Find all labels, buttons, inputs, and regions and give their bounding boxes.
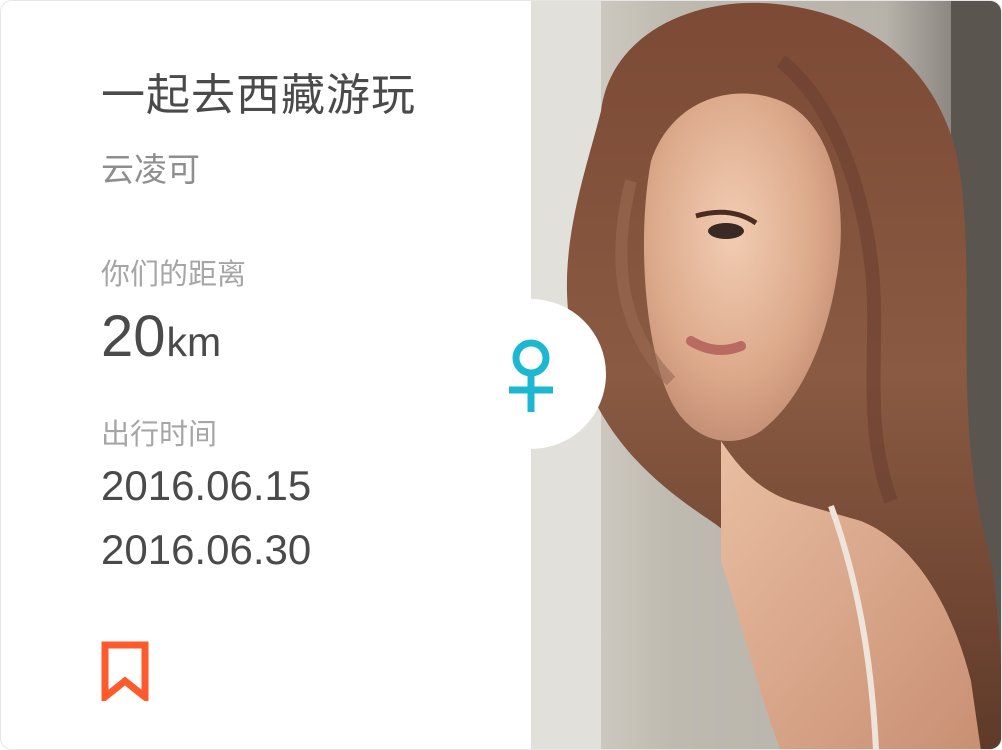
distance-value: 20km [101, 303, 221, 370]
author-name: 云凌可 [101, 150, 200, 189]
trip-info-panel: 一起去西藏游玩 云凌可 你们的距离 20km 出行时间 2016.06.15 2… [1, 1, 531, 749]
trip-title: 一起去西藏游玩 [101, 70, 416, 121]
distance-unit: km [166, 319, 222, 365]
distance-label: 你们的距离 [101, 257, 247, 291]
distance-number: 20 [101, 304, 166, 369]
trip-card[interactable]: 一起去西藏游玩 云凌可 你们的距离 20km 出行时间 2016.06.15 2… [0, 0, 1002, 750]
bookmark-icon[interactable] [100, 641, 150, 705]
end-date: 2016.06.30 [101, 526, 312, 573]
female-icon [499, 336, 563, 416]
travel-time-label: 出行时间 [101, 417, 218, 451]
start-date: 2016.06.15 [101, 462, 312, 509]
